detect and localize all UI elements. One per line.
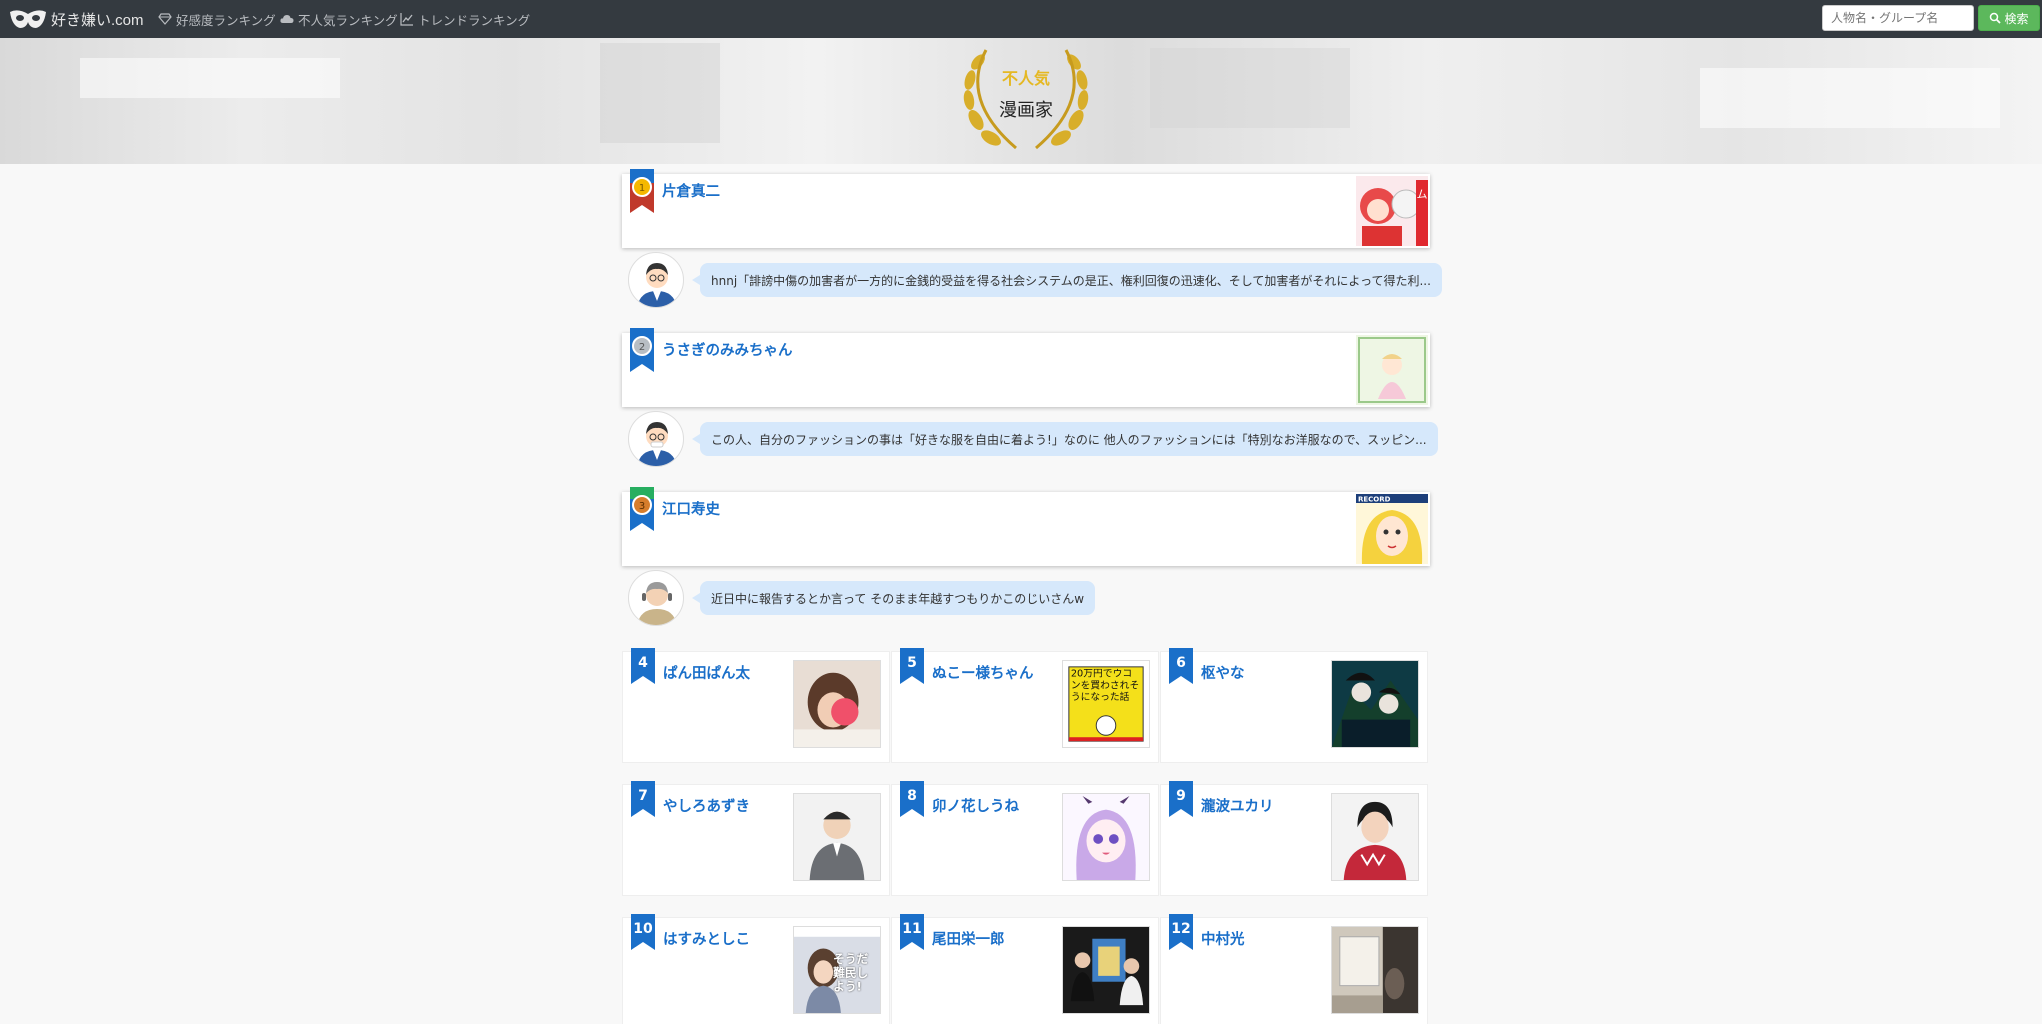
- rank-number: 9: [1176, 788, 1186, 804]
- rank-number: 12: [1171, 921, 1191, 937]
- person-name-link[interactable]: 江口寿史: [662, 498, 720, 519]
- person-thumbnail[interactable]: [793, 660, 881, 748]
- person-name-link[interactable]: はすみとしこ: [663, 928, 750, 949]
- user-avatar-icon: [637, 582, 677, 625]
- nav-link-favorability-ranking[interactable]: 好感度ランキング: [158, 9, 276, 29]
- brand-name: 好き嫌い.com: [51, 11, 144, 29]
- line-chart-icon: [400, 13, 413, 26]
- person-name-link[interactable]: 瀧波ユカリ: [1201, 795, 1274, 816]
- comment-row-3: 近日中に報告するとか言って そのまま年越すつもりかこのじいさんw: [628, 570, 1096, 626]
- ranking-card-9[interactable]: 9 瀧波ユカリ: [1160, 781, 1428, 896]
- avatar: [628, 252, 684, 308]
- nav-link-trend-ranking[interactable]: トレンドランキング: [400, 9, 530, 29]
- person-name-link[interactable]: 卯ノ花しうね: [932, 795, 1019, 816]
- comment-text: hnnj「誹謗中傷の加害者が一方的に金銭的受益を得る社会システムの是正、権利回復…: [711, 273, 1431, 288]
- thumbnail-text: 20万円でウコンを買わされそうになった話: [1070, 668, 1140, 704]
- rank-badge: 7: [631, 781, 655, 817]
- bronze-medal-icon: 3: [630, 487, 654, 531]
- ranking-card-11[interactable]: 11 尾田栄一郎: [891, 914, 1159, 1024]
- search-input[interactable]: [1822, 5, 1974, 31]
- person-name-link[interactable]: 枢やな: [1201, 662, 1245, 683]
- svg-text:2: 2: [639, 342, 645, 353]
- gold-medal-icon: 1: [630, 169, 654, 213]
- person-thumbnail[interactable]: ム: [1356, 176, 1428, 246]
- person-thumbnail[interactable]: [1062, 926, 1150, 1014]
- ranking-card-3[interactable]: 3 江口寿史 RECORD: [622, 487, 1430, 566]
- rank-number: 4: [638, 655, 648, 671]
- ranking-card-12[interactable]: 12 中村光: [1160, 914, 1428, 1024]
- person-name-link[interactable]: 尾田栄一郎: [932, 928, 1005, 949]
- nav-link-label: 不人気ランキング: [298, 12, 398, 28]
- person-thumbnail[interactable]: そうだ難民しよう!: [793, 926, 881, 1014]
- comment-text: 近日中に報告するとか言って そのまま年越すつもりかこのじいさんw: [711, 591, 1085, 606]
- svg-text:3: 3: [639, 501, 645, 512]
- rank-badge: 8: [900, 781, 924, 817]
- site-logo[interactable]: 好き嫌い.com: [8, 4, 144, 34]
- search-button-label: 検索: [2004, 11, 2029, 26]
- cloud-icon: [280, 15, 294, 23]
- hero-subtitle: 不人気: [1001, 69, 1050, 88]
- ranking-card-2[interactable]: 2 うさぎのみみちゃん: [622, 328, 1430, 407]
- user-avatar-icon: [637, 263, 677, 307]
- rank-number: 6: [1176, 655, 1186, 671]
- thumbnail-text: そうだ難民しよう!: [833, 952, 869, 994]
- ranking-card-1[interactable]: 1 片倉真二 ム: [622, 169, 1430, 248]
- person-name-link[interactable]: 片倉真二: [662, 180, 720, 201]
- rank-number: 5: [907, 655, 917, 671]
- nav-link-label: 好感度ランキング: [176, 12, 276, 28]
- person-name-link[interactable]: ぱん田ぱん太: [663, 662, 750, 683]
- comment-bubble[interactable]: この人、自分のファッションの事は「好きな服を自由に着よう!」なのに 他人のファッ…: [692, 422, 1438, 456]
- person-thumbnail[interactable]: RECORD: [1356, 494, 1428, 564]
- ranking-card-10[interactable]: 10 はすみとしこ そうだ難民しよう!: [622, 914, 890, 1024]
- rank-badge: 4: [631, 648, 655, 684]
- rank-number: 7: [638, 788, 648, 804]
- page-title: 漫画家: [999, 100, 1053, 121]
- avatar: [628, 570, 684, 626]
- person-thumbnail[interactable]: [1331, 793, 1419, 881]
- comment-row-2: この人、自分のファッションの事は「好きな服を自由に着よう!」なのに 他人のファッ…: [628, 411, 1438, 467]
- svg-text:1: 1: [639, 183, 645, 194]
- person-name-link[interactable]: やしろあずき: [663, 795, 750, 816]
- rank-badge: 5: [900, 648, 924, 684]
- svg-text:ム: ム: [1417, 188, 1428, 201]
- search-icon: [1990, 12, 2002, 24]
- rank-badge: 12: [1169, 914, 1193, 950]
- ranking-card-7[interactable]: 7 やしろあずき: [622, 781, 890, 896]
- comment-bubble[interactable]: hnnj「誹謗中傷の加害者が一方的に金銭的受益を得る社会システムの是正、権利回復…: [692, 263, 1442, 297]
- person-thumbnail[interactable]: [1331, 660, 1419, 748]
- ranking-card-5[interactable]: 5 ぬこー様ちゃん 20万円でウコンを買わされそうになった話: [891, 648, 1159, 763]
- rank-number: 8: [907, 788, 917, 804]
- nav-link-label: トレンドランキング: [418, 12, 531, 28]
- ranking-card-8[interactable]: 8 卯ノ花しうね: [891, 781, 1159, 896]
- rank-number: 10: [633, 921, 653, 937]
- thumbnail-text: RECORD: [1358, 496, 1391, 504]
- comment-bubble[interactable]: 近日中に報告するとか言って そのまま年越すつもりかこのじいさんw: [691, 581, 1096, 615]
- comment-row-1: hnnj「誹謗中傷の加害者が一方的に金銭的受益を得る社会システムの是正、権利回復…: [628, 252, 1442, 308]
- navbar: 好き嫌い.com 好感度ランキング 不人気ランキング トレンドランキング 検索: [0, 0, 2042, 38]
- silver-medal-icon: 2: [630, 328, 654, 372]
- rank-badge: 10: [631, 914, 655, 950]
- person-thumbnail[interactable]: [793, 793, 881, 881]
- rank-badge: 11: [900, 914, 924, 950]
- person-name-link[interactable]: ぬこー様ちゃん: [932, 662, 1034, 683]
- rank-number: 11: [902, 921, 922, 937]
- person-name-link[interactable]: うさぎのみみちゃん: [662, 339, 793, 360]
- ranking-card-6[interactable]: 6 枢やな: [1160, 648, 1428, 763]
- user-avatar-icon: [637, 422, 677, 466]
- diamond-icon: [158, 13, 172, 25]
- mask-logo-icon: [10, 10, 46, 28]
- search-button[interactable]: 検索: [1978, 5, 2040, 31]
- person-name-link[interactable]: 中村光: [1201, 928, 1245, 949]
- ranking-card-4[interactable]: 4 ぱん田ぱん太: [622, 648, 890, 763]
- person-thumbnail[interactable]: [1062, 793, 1150, 881]
- person-thumbnail[interactable]: [1331, 926, 1419, 1014]
- rank-badge: 9: [1169, 781, 1193, 817]
- person-thumbnail[interactable]: [1356, 335, 1428, 405]
- avatar: [628, 411, 684, 467]
- rank-badge: 6: [1169, 648, 1193, 684]
- nav-link-unpopular-ranking[interactable]: 不人気ランキング: [280, 9, 398, 29]
- person-thumbnail[interactable]: 20万円でウコンを買わされそうになった話: [1062, 660, 1150, 748]
- comment-text: この人、自分のファッションの事は「好きな服を自由に着よう!」なのに 他人のファッ…: [711, 432, 1427, 447]
